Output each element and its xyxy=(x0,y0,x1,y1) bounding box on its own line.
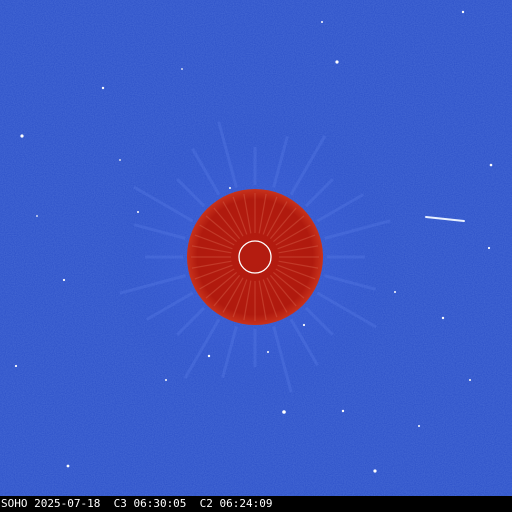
star xyxy=(418,425,420,427)
star xyxy=(165,379,167,381)
star xyxy=(181,68,183,70)
star xyxy=(373,469,377,473)
star xyxy=(207,354,211,358)
star xyxy=(469,379,471,381)
star xyxy=(461,10,465,14)
star xyxy=(62,278,66,282)
star xyxy=(229,187,231,189)
star xyxy=(394,291,396,293)
star xyxy=(101,86,105,90)
star xyxy=(487,246,491,250)
coronagraph-image: SOHO 2025-07-18 C3 06:30:05 C2 06:24:09 xyxy=(0,0,512,512)
star xyxy=(36,215,38,217)
star xyxy=(302,323,306,327)
star xyxy=(341,409,345,413)
star xyxy=(489,163,493,167)
star xyxy=(66,464,70,468)
star xyxy=(282,410,286,414)
star xyxy=(20,134,24,138)
star xyxy=(267,351,269,353)
star xyxy=(137,211,139,213)
star xyxy=(119,159,121,161)
image-caption: SOHO 2025-07-18 C3 06:30:05 C2 06:24:09 xyxy=(0,496,512,512)
star xyxy=(321,21,323,23)
star xyxy=(441,316,445,320)
star xyxy=(14,364,18,368)
sky-overlay xyxy=(0,0,512,496)
star xyxy=(335,60,339,64)
